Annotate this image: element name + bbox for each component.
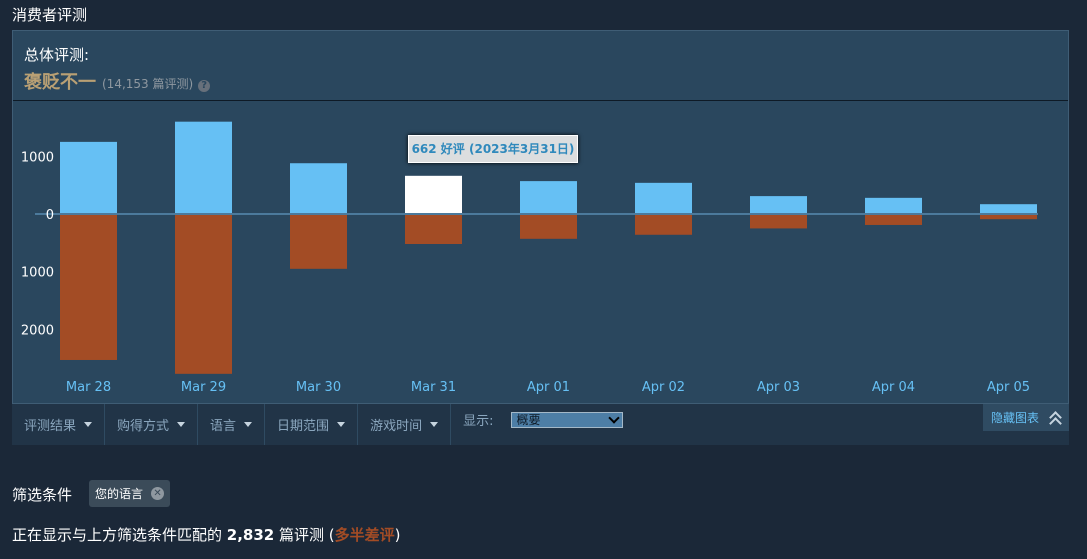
double-chevron-up-icon: [1049, 410, 1062, 430]
caret-down-icon: [244, 422, 253, 427]
filter-label: 日期范围: [277, 419, 330, 434]
positive-bar[interactable]: [60, 141, 117, 214]
filter-date-range[interactable]: 日期范围: [265, 404, 359, 445]
positive-bar[interactable]: [175, 121, 232, 214]
x-tick-label: Apr 03: [757, 380, 800, 395]
caret-down-icon: [430, 422, 439, 427]
negative-bar[interactable]: [60, 214, 117, 360]
showing-rating: 多半差评: [334, 526, 395, 544]
filter-label: 语言: [210, 419, 237, 434]
positive-bar[interactable]: [405, 175, 462, 214]
display-select[interactable]: 概要: [511, 411, 624, 428]
negative-bar[interactable]: [750, 214, 807, 229]
close-icon[interactable]: ✕: [151, 487, 165, 500]
section-title: 消费者评测: [12, 6, 88, 24]
filter-playtime[interactable]: 游戏时间: [358, 404, 452, 445]
negative-bar[interactable]: [290, 214, 347, 269]
x-tick-label: Mar 29: [181, 380, 226, 395]
negative-bar[interactable]: [175, 214, 232, 374]
x-tick-label: Apr 04: [872, 380, 915, 395]
negative-bar[interactable]: [520, 214, 577, 239]
chip-label: 您的语言: [95, 487, 144, 501]
caret-down-icon: [84, 422, 93, 427]
negative-bar[interactable]: [405, 214, 462, 245]
filter-language[interactable]: 语言: [198, 404, 266, 445]
chevron-down-icon: [608, 411, 621, 424]
review-bar-chart: Mar 28 Mar 29 Mar 30 Mar 31 Apr 01 Apr 02 Apr …: [21, 121, 1038, 395]
y-tick-label: 2000: [21, 323, 54, 338]
showing-close: ): [394, 526, 401, 544]
positive-bar[interactable]: [635, 182, 692, 214]
filter-label: 购得方式: [117, 419, 170, 434]
showing-suffix: 篇评测 (: [279, 526, 335, 544]
active-filters-label: 筛选条件: [12, 486, 73, 504]
filter-review-type[interactable]: 评测结果: [12, 404, 106, 445]
positive-bar[interactable]: [520, 181, 577, 214]
hide-graph-label: 隐藏图表: [990, 411, 1039, 425]
x-tick-label: Mar 28: [66, 380, 111, 395]
display-select-value: 概要: [516, 413, 541, 427]
x-tick-label: Apr 05: [987, 380, 1030, 395]
showing-count: 2,832: [226, 526, 275, 544]
y-tick-label: 0: [46, 208, 54, 223]
positive-bar[interactable]: [750, 196, 807, 214]
showing-prefix: 正在显示与上方筛选条件匹配的: [12, 526, 223, 544]
caret-down-icon: [177, 422, 186, 427]
review-histogram-panel: 总体评测: 褒贬不一 (14,153 篇评测) ? Mar 28 Mar 29 Ma…: [12, 30, 1069, 404]
filter-purchase-type[interactable]: 购得方式: [105, 404, 199, 445]
x-tick-label: Apr 02: [642, 380, 685, 395]
showing-summary: 正在显示与上方筛选条件匹配的 2,832 篇评测 (多半差评): [12, 524, 401, 545]
language-filter-chip[interactable]: 您的语言 ✕: [89, 480, 171, 507]
filter-label: 游戏时间: [370, 419, 423, 434]
y-tick-label: 1000: [21, 150, 54, 165]
x-tick-label: Mar 30: [296, 380, 341, 395]
negative-bar[interactable]: [635, 214, 692, 235]
filter-label: 评测结果: [24, 419, 77, 434]
x-tick-label: Mar 31: [411, 380, 456, 395]
negative-bar[interactable]: [865, 214, 922, 225]
positive-bar[interactable]: [865, 197, 922, 214]
y-tick-label: 1000: [21, 266, 54, 281]
positive-bar[interactable]: [290, 163, 347, 214]
caret-down-icon: [337, 422, 346, 427]
hide-graph-button[interactable]: 隐藏图表: [982, 404, 1069, 431]
x-tick-label: Apr 01: [527, 380, 570, 395]
positive-bar[interactable]: [980, 204, 1037, 214]
filter-bar: 评测结果 购得方式 语言 日期范围 游戏时间 显示: 概要 隐藏图表: [12, 404, 1069, 445]
display-label: 显示:: [463, 414, 494, 429]
bar-tooltip: 662 好评 (2023年3月31日): [408, 135, 578, 163]
